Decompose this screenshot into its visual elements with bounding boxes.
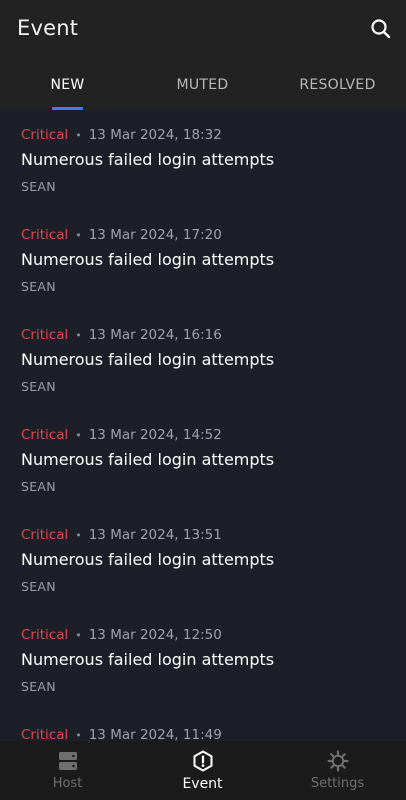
list-item[interactable]: Critical • 13 Mar 2024, 16:16 Numerous fai… [0, 310, 406, 410]
event-host: SEAN [21, 679, 56, 694]
severity-label: Critical [21, 427, 69, 443]
event-title: Numerous failed login attempts [21, 150, 275, 169]
list-item[interactable]: Critical • 13 Mar 2024, 17:20 Numerous fai… [0, 210, 406, 310]
event-timestamp: 13 Mar 2024, 14:52 [88, 427, 222, 443]
separator-dot: • [75, 329, 82, 342]
event-host: SEAN [21, 179, 56, 194]
nav-label-event: Event [182, 776, 223, 792]
event-host: SEAN [21, 379, 56, 394]
tab-new[interactable]: NEW [0, 62, 135, 110]
nav-label-settings: Settings [310, 776, 365, 791]
separator-dot: • [75, 629, 82, 642]
app: Event NEW MUTED RESOLVED Critical • 13 Mar… [0, 0, 406, 800]
list-item[interactable]: Critical • 13 Mar 2024, 13:51 Numerous fai… [0, 510, 406, 610]
event-meta: Critical • 13 Mar 2024, 17:20 [21, 227, 222, 243]
bottom-navigation: Host Event Settings [0, 741, 406, 800]
event-title: Numerous failed login attempts [21, 450, 275, 469]
event-title: Numerous failed login attempts [21, 650, 275, 669]
severity-label: Critical [21, 127, 69, 143]
nav-host[interactable]: Host [0, 741, 135, 800]
event-title: Numerous failed login attempts [21, 250, 275, 269]
server-icon [58, 752, 77, 770]
event-timestamp: 13 Mar 2024, 16:16 [88, 327, 222, 343]
event-host: SEAN [21, 579, 56, 594]
severity-label: Critical [21, 227, 69, 243]
severity-label: Critical [21, 327, 69, 343]
separator-dot: • [75, 129, 82, 142]
event-meta: Critical • 13 Mar 2024, 13:51 [21, 527, 222, 543]
list-item[interactable]: Critical • 13 Mar 2024, 14:52 Numerous fai… [0, 410, 406, 510]
separator-dot: • [75, 429, 82, 442]
event-timestamp: 13 Mar 2024, 17:20 [88, 227, 222, 243]
event-timestamp: 13 Mar 2024, 12:50 [88, 627, 222, 643]
event-list[interactable]: Critical • 13 Mar 2024, 18:32 Numerous fai… [0, 110, 406, 741]
tab-resolved[interactable]: RESOLVED [270, 62, 405, 110]
event-meta: Critical • 13 Mar 2024, 11:49 [21, 727, 222, 741]
severity-label: Critical [21, 727, 69, 741]
tab-muted[interactable]: MUTED [135, 62, 270, 110]
event-meta: Critical • 13 Mar 2024, 18:32 [21, 127, 222, 143]
tab-bar: NEW MUTED RESOLVED [0, 62, 406, 110]
severity-label: Critical [21, 627, 69, 643]
event-host: SEAN [21, 479, 56, 494]
event-meta: Critical • 13 Mar 2024, 16:16 [21, 327, 222, 343]
event-timestamp: 13 Mar 2024, 13:51 [88, 527, 222, 543]
alert-shield-icon [193, 750, 212, 772]
event-meta: Critical • 13 Mar 2024, 14:52 [21, 427, 222, 443]
separator-dot: • [75, 729, 82, 741]
list-item[interactable]: Critical • 13 Mar 2024, 11:49 [0, 710, 406, 741]
severity-label: Critical [21, 527, 69, 543]
nav-label-host: Host [52, 776, 83, 791]
separator-dot: • [75, 229, 82, 242]
list-item[interactable]: Critical • 13 Mar 2024, 12:50 Numerous fai… [0, 610, 406, 710]
search-button[interactable] [370, 18, 392, 40]
list-item[interactable]: Critical • 13 Mar 2024, 18:32 Numerous fai… [0, 110, 406, 210]
app-header: Event [0, 0, 406, 62]
event-meta: Critical • 13 Mar 2024, 12:50 [21, 627, 222, 643]
separator-dot: • [75, 529, 82, 542]
search-icon [371, 19, 391, 39]
gear-icon [326, 750, 349, 772]
nav-settings[interactable]: Settings [270, 741, 405, 800]
event-host: SEAN [21, 279, 56, 294]
event-title: Numerous failed login attempts [21, 550, 275, 569]
event-timestamp: 13 Mar 2024, 11:49 [88, 727, 222, 741]
event-title: Numerous failed login attempts [21, 350, 275, 369]
nav-event[interactable]: Event [135, 741, 270, 800]
event-timestamp: 13 Mar 2024, 18:32 [88, 127, 222, 143]
page-title: Event [17, 16, 79, 40]
